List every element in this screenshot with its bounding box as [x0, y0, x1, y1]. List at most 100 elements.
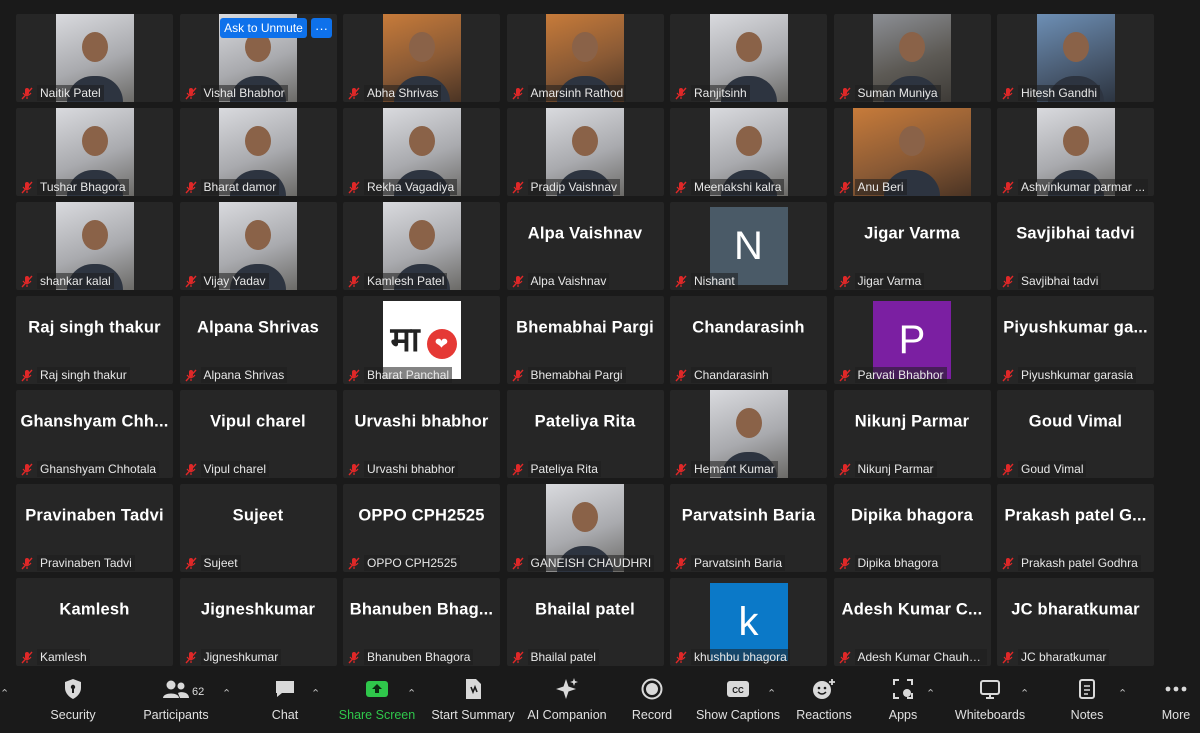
participant-name: Pravinaben Tadvi	[37, 555, 135, 571]
participant-tile[interactable]: N Nishant	[670, 202, 827, 290]
participant-tile[interactable]: Pravinaben Tadvi Pravinaben Tadvi	[16, 484, 173, 572]
apps-button[interactable]: Apps	[887, 673, 919, 733]
participant-name: Bhemabhai Pargi	[527, 367, 626, 383]
participant-tile[interactable]: Alpana Shrivas Alpana Shrivas	[179, 296, 337, 384]
participant-tile[interactable]: Bhemabhai Pargi Bhemabhai Pargi	[506, 296, 664, 384]
participant-tile[interactable]: Ashvinkumar parmar ...	[997, 108, 1154, 196]
participant-name-label: Savjibhai tadvi	[1002, 273, 1150, 289]
participant-tile[interactable]: Adesh Kumar C... Adesh Kumar Chauhan...	[833, 578, 991, 666]
participant-tile[interactable]: Amarsinh Rathod	[506, 14, 664, 102]
muted-mic-icon	[1002, 87, 1014, 99]
participant-tile[interactable]: Kamlesh Patel	[343, 202, 500, 290]
participant-tile[interactable]: Vipul charel Vipul charel	[179, 390, 337, 478]
participant-tile[interactable]: Hemant Kumar	[670, 390, 827, 478]
participant-tile[interactable]: Hitesh Gandhi	[997, 14, 1154, 102]
participant-tile[interactable]: Chandarasinh Chandarasinh	[670, 296, 827, 384]
participant-tile[interactable]: Meenakshi kalra	[670, 108, 827, 196]
muted-mic-icon	[348, 369, 360, 381]
heart-icon: ❤	[426, 329, 457, 359]
participant-tile[interactable]: shankar kalal	[16, 202, 173, 290]
participant-tile[interactable]: Alpa Vaishnav Alpa Vaishnav	[506, 202, 664, 290]
muted-mic-icon	[675, 463, 687, 475]
participant-tile[interactable]: Bhanuben Bhag... Bhanuben Bhagora	[343, 578, 500, 666]
participant-display-name: Piyushkumar ga...	[1003, 318, 1148, 337]
ai-companion-button[interactable]: AI Companion	[527, 673, 607, 733]
participant-tile[interactable]: k khushbu bhagora	[670, 578, 827, 666]
participant-tile[interactable]: Raj singh thakur Raj singh thakur	[16, 296, 173, 384]
participant-name-label: khushbu bhagora	[675, 649, 823, 665]
participant-tile[interactable]: Anu Beri	[833, 108, 991, 196]
participant-tile[interactable]: Ranjitsinh	[670, 14, 827, 102]
participant-name: khushbu bhagora	[691, 649, 790, 665]
participant-tile[interactable]: Ghanshyam Chh... Ghanshyam Chhotala	[16, 390, 173, 478]
participant-tile[interactable]: Abha Shrivas	[343, 14, 500, 102]
participant-tile[interactable]: Jigar Varma Jigar Varma	[833, 202, 991, 290]
start-summary-button[interactable]: Start Summary	[431, 673, 515, 733]
participant-name-label: Naitik Patel	[21, 85, 169, 101]
security-button[interactable]: Security	[50, 673, 96, 733]
participant-tile[interactable]: Suman Muniya	[833, 14, 991, 102]
share-chevron-icon[interactable]: ⌃	[407, 687, 416, 700]
participant-tile[interactable]: OPPO CPH2525 OPPO CPH2525	[343, 484, 500, 572]
participant-tile[interactable]: मा ❤ Bharat Panchal	[343, 296, 500, 384]
show-captions-button[interactable]: CC Show Captions	[695, 673, 781, 733]
more-options-button[interactable]: ···	[311, 18, 332, 38]
participant-name-label: Suman Muniya	[838, 85, 987, 101]
participant-name: Bharat damor	[200, 179, 280, 195]
participant-tile[interactable]: Jigneshkumar Jigneshkumar	[179, 578, 337, 666]
participant-tile[interactable]: Pradip Vaishnav	[506, 108, 664, 196]
participant-name: Sujeet	[200, 555, 241, 571]
participant-tile[interactable]: Pateliya Rita Pateliya Rita	[506, 390, 664, 478]
participant-name-label: Piyushkumar garasia	[1002, 367, 1150, 383]
participant-name-label: Hemant Kumar	[675, 461, 823, 477]
participants-chevron-icon[interactable]: ⌃	[222, 687, 231, 700]
participant-tile[interactable]: Nikunj Parmar Nikunj Parmar	[833, 390, 991, 478]
share-screen-button[interactable]: Share Screen	[339, 673, 415, 733]
participant-tile[interactable]: Bhailal patel Bhailal patel	[506, 578, 664, 666]
participant-tile[interactable]: Sujeet Sujeet	[179, 484, 337, 572]
muted-mic-icon	[21, 463, 33, 475]
participant-tile[interactable]: Rekha Vagadiya	[343, 108, 500, 196]
captions-chevron-icon[interactable]: ⌃	[767, 687, 776, 700]
participant-tile[interactable]: Urvashi bhabhor Urvashi bhabhor	[343, 390, 500, 478]
notes-button[interactable]: Notes	[1068, 673, 1106, 733]
participant-tile[interactable]: P Parvati Bhabhor	[833, 296, 991, 384]
participant-name-label: Bharat damor	[184, 179, 333, 195]
participant-name-label: shankar kalal	[21, 273, 169, 289]
ask-to-unmute-button[interactable]: Ask to Unmute	[220, 18, 307, 38]
chat-chevron-icon[interactable]: ⌃	[311, 687, 320, 700]
muted-mic-icon	[348, 275, 360, 287]
participant-name-label: Goud Vimal	[1002, 461, 1150, 477]
participant-tile[interactable]: Kamlesh Kamlesh	[16, 578, 173, 666]
show-captions-label: Show Captions	[695, 708, 781, 722]
participant-name-label: Alpa Vaishnav	[511, 273, 660, 289]
notes-chevron-icon[interactable]: ⌃	[1118, 687, 1127, 700]
participant-tile[interactable]: Vijay Yadav	[179, 202, 337, 290]
more-button[interactable]: More	[1158, 673, 1194, 733]
participant-tile[interactable]: Savjibhai tadvi Savjibhai tadvi	[997, 202, 1154, 290]
participant-tile[interactable]: Bharat damor	[179, 108, 337, 196]
participant-tile[interactable]: Piyushkumar ga... Piyushkumar garasia	[997, 296, 1154, 384]
whiteboards-chevron-icon[interactable]: ⌃	[1020, 687, 1029, 700]
participant-name-label: Vishal Bhabhor	[184, 85, 333, 101]
chat-button[interactable]: Chat	[270, 673, 300, 733]
participant-tile[interactable]: Prakash patel G... Prakash patel Godhra	[997, 484, 1154, 572]
reactions-button[interactable]: Reactions	[796, 673, 852, 733]
participant-tile[interactable]: Dipika bhagora Dipika bhagora	[833, 484, 991, 572]
participants-button[interactable]: Participants	[142, 673, 210, 733]
whiteboards-button[interactable]: Whiteboards	[953, 673, 1027, 733]
chevron-up-icon[interactable]: ⌃	[0, 687, 9, 700]
participant-tile[interactable]: JC bharatkumar JC bharatkumar	[997, 578, 1154, 666]
participant-name: Nikunj Parmar	[854, 461, 937, 477]
participant-tile[interactable]: GANEISH CHAUDHRI	[506, 484, 664, 572]
participant-tile[interactable]: Naitik Patel	[16, 14, 173, 102]
muted-mic-icon	[1002, 463, 1014, 475]
participant-tile[interactable]: Parvatsinh Baria Parvatsinh Baria	[670, 484, 827, 572]
apps-chevron-icon[interactable]: ⌃	[926, 687, 935, 700]
muted-mic-icon	[838, 557, 851, 569]
record-button[interactable]: Record	[630, 673, 674, 733]
participant-tile[interactable]: Goud Vimal Goud Vimal	[997, 390, 1154, 478]
participant-tile[interactable]: Tushar Bhagora	[16, 108, 173, 196]
participant-name-label: Parvatsinh Baria	[675, 555, 823, 571]
participant-name-label: Sujeet	[184, 555, 333, 571]
